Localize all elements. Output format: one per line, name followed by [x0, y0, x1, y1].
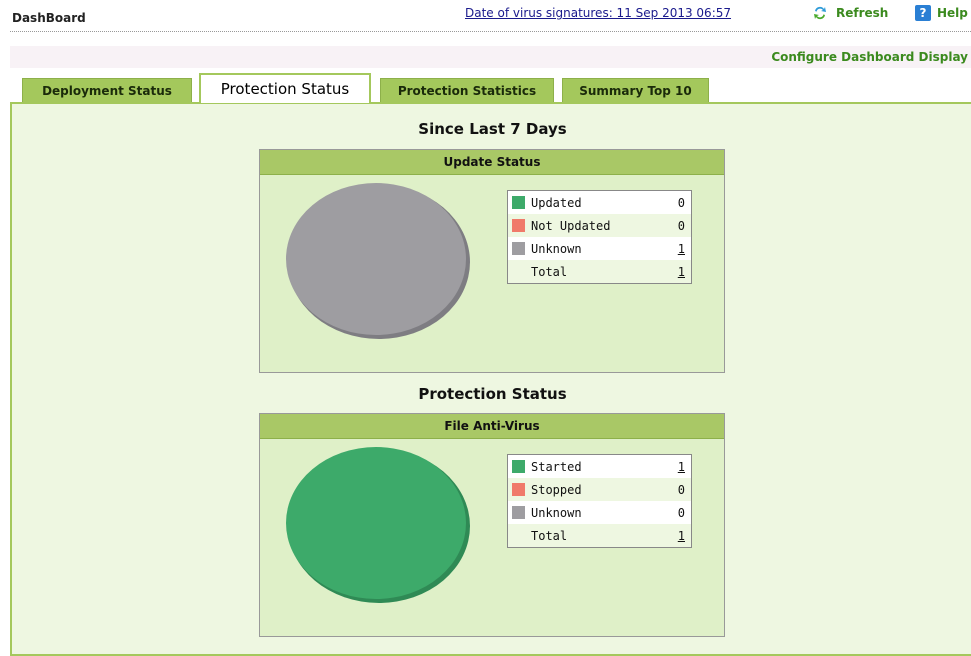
config-bar: Configure Dashboard Display [10, 46, 971, 68]
legend-row-total: Total 1 [508, 524, 691, 547]
file-anti-virus-pie-chart [286, 447, 470, 603]
tab-deployment-status[interactable]: Deployment Status [22, 78, 192, 102]
legend-swatch-started [512, 460, 525, 473]
legend-label: Started [531, 459, 582, 474]
update-status-header: Update Status [260, 150, 724, 175]
page-title: DashBoard [12, 11, 86, 25]
legend-row-not-updated: Not Updated 0 [508, 214, 691, 237]
help-button[interactable]: ? Help [915, 4, 968, 22]
legend-value-link[interactable]: 1 [673, 460, 685, 474]
section-title-since-last-7-days: Since Last 7 Days [418, 120, 567, 138]
legend-row-total: Total 1 [508, 260, 691, 283]
legend-swatch-stopped [512, 483, 525, 496]
legend-swatch-blank [512, 529, 525, 542]
tab-protection-statistics[interactable]: Protection Statistics [380, 78, 554, 102]
legend-value: 0 [677, 482, 685, 497]
top-bar: DashBoard Date of virus signatures: 11 S… [0, 0, 971, 32]
legend-label: Total [531, 528, 568, 543]
legend-value-link[interactable]: 1 [673, 242, 685, 256]
legend-row-unknown: Unknown 1 [508, 237, 691, 260]
file-anti-virus-panel: File Anti-Virus Started 1 Stopped 0 Unkn… [259, 413, 725, 637]
pie-slice-started [286, 447, 466, 599]
virus-signature-date-link[interactable]: Date of virus signatures: 11 Sep 2013 06… [465, 6, 731, 20]
configure-dashboard-link[interactable]: Configure Dashboard Display [771, 50, 968, 64]
legend-row-started: Started 1 [508, 455, 691, 478]
file-anti-virus-header: File Anti-Virus [260, 414, 724, 439]
header-divider [10, 31, 971, 32]
legend-swatch-unknown [512, 242, 525, 255]
legend-value: 0 [677, 195, 685, 210]
legend-swatch-unknown [512, 506, 525, 519]
legend-row-stopped: Stopped 0 [508, 478, 691, 501]
tab-protection-status[interactable]: Protection Status [199, 73, 371, 103]
file-anti-virus-legend: Started 1 Stopped 0 Unknown 0 Total 1 [507, 454, 692, 548]
update-status-pie-chart [286, 183, 470, 339]
pie-slice-unknown [286, 183, 466, 335]
legend-value: 0 [677, 505, 685, 520]
legend-label: Total [531, 264, 568, 279]
legend-label: Updated [531, 195, 582, 210]
help-icon: ? [915, 5, 931, 21]
update-status-legend: Updated 0 Not Updated 0 Unknown 1 Total … [507, 190, 692, 284]
refresh-button[interactable]: Refresh [812, 4, 888, 22]
legend-label: Stopped [531, 482, 582, 497]
legend-value: 0 [677, 218, 685, 233]
legend-label: Unknown [531, 505, 582, 520]
legend-swatch-not-updated [512, 219, 525, 232]
legend-label: Unknown [531, 241, 582, 256]
refresh-label: Refresh [836, 6, 889, 20]
legend-value-link[interactable]: 1 [673, 265, 685, 279]
legend-row-updated: Updated 0 [508, 191, 691, 214]
update-status-panel: Update Status Updated 0 Not Updated 0 Un… [259, 149, 725, 373]
legend-swatch-blank [512, 265, 525, 278]
tab-summary-top-10[interactable]: Summary Top 10 [562, 78, 709, 102]
legend-value-link[interactable]: 1 [673, 529, 685, 543]
section-title-protection-status: Protection Status [418, 385, 567, 403]
refresh-icon [814, 6, 826, 20]
legend-label: Not Updated [531, 218, 611, 233]
help-label: Help [937, 6, 968, 20]
legend-swatch-updated [512, 196, 525, 209]
legend-row-unknown: Unknown 0 [508, 501, 691, 524]
